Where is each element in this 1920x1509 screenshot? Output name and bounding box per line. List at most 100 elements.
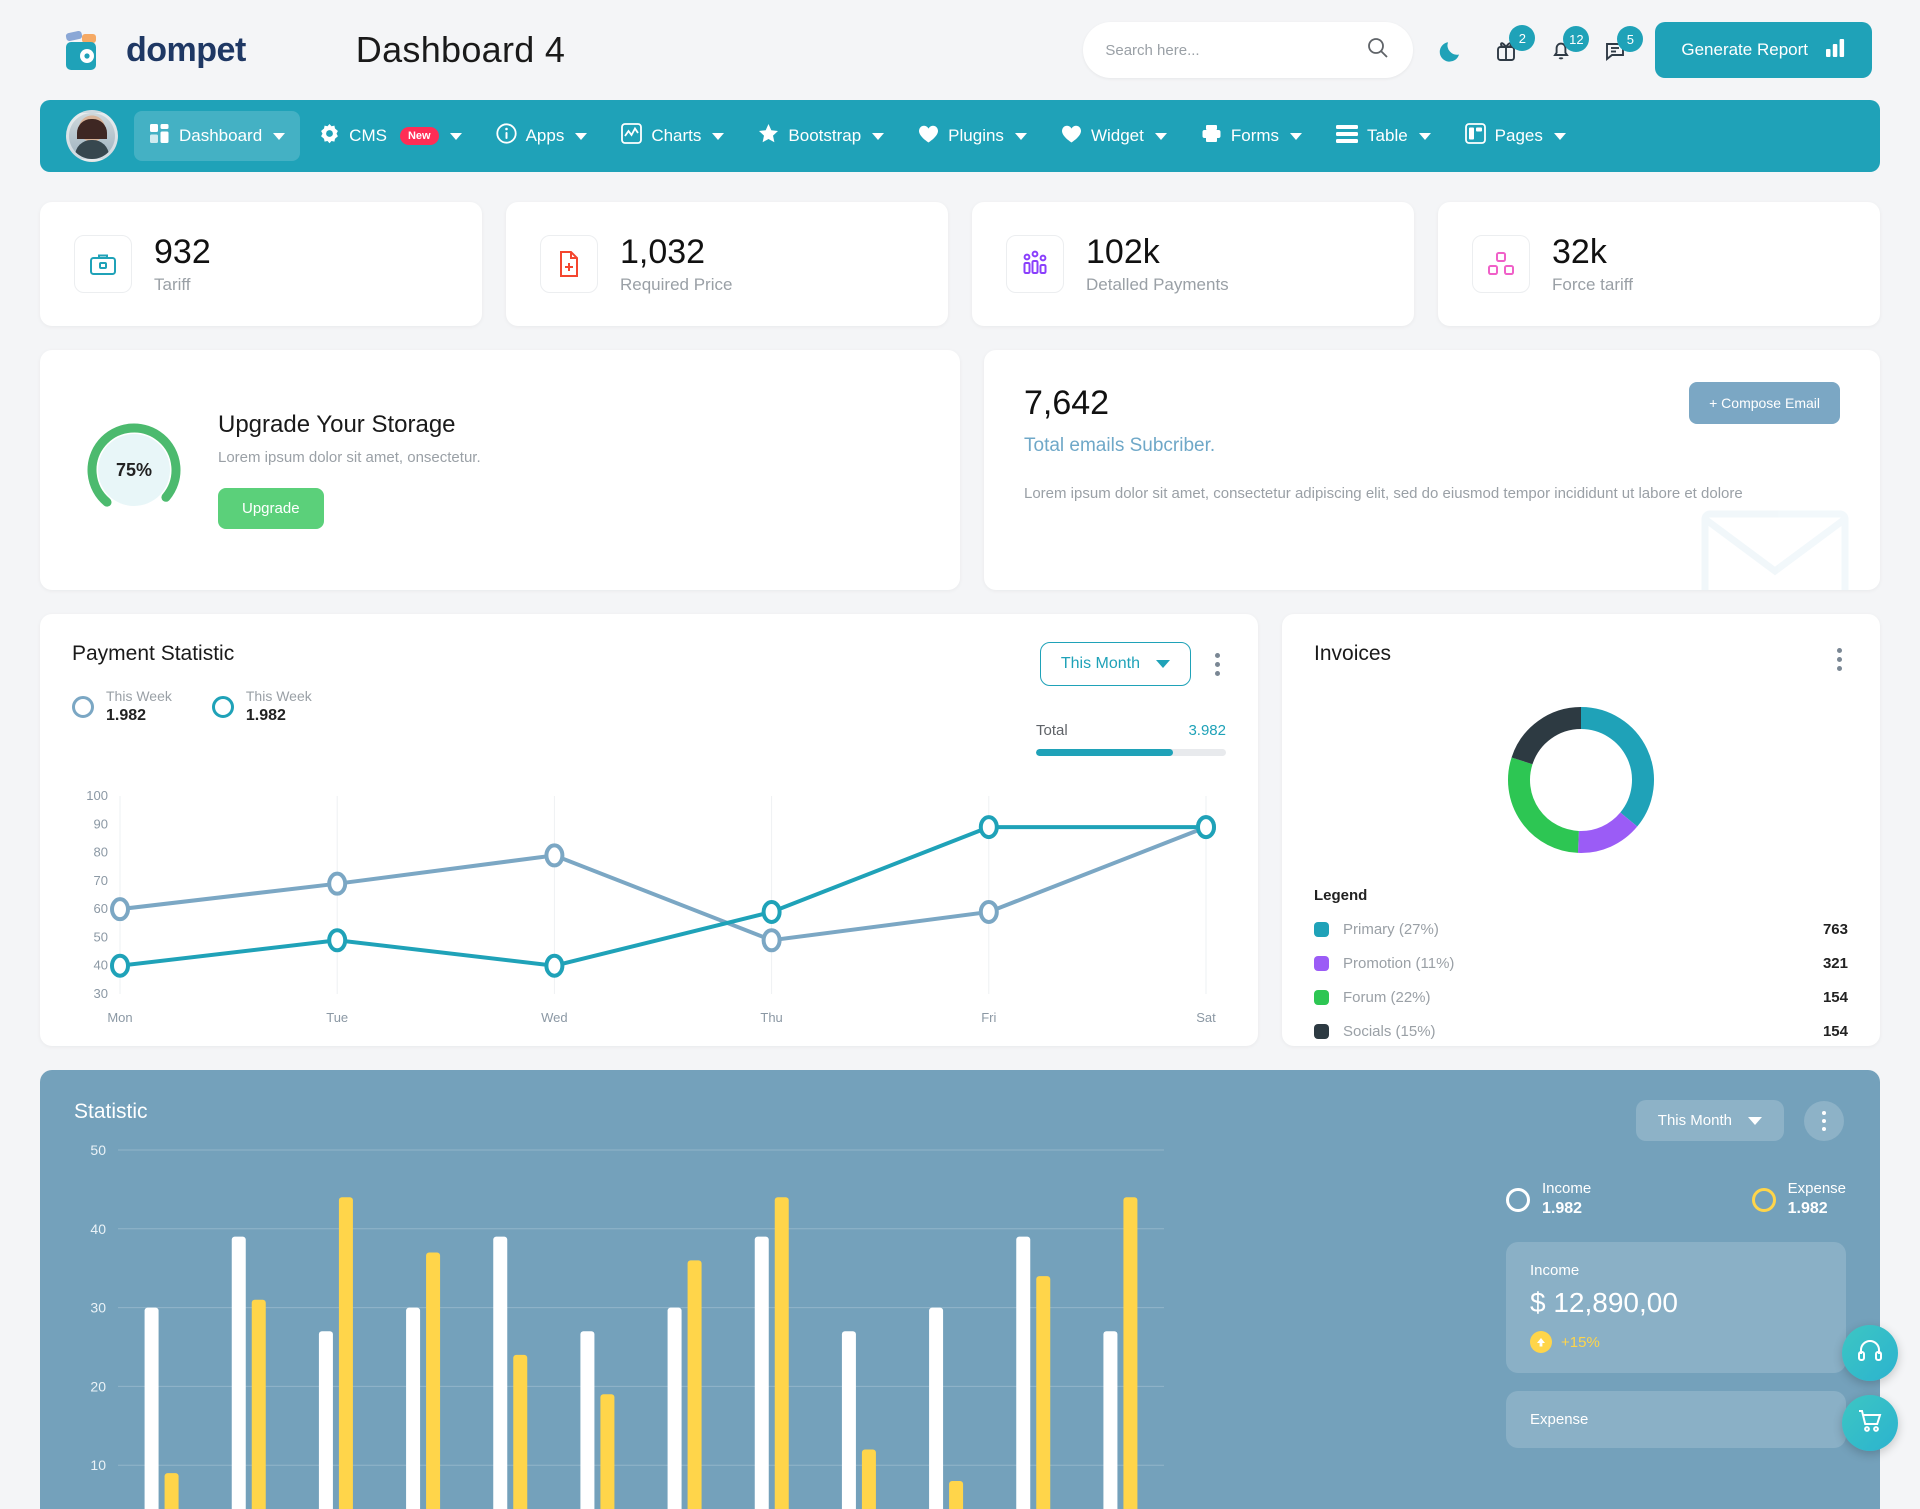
svg-text:Tue: Tue bbox=[326, 1010, 348, 1025]
top-bar: dompet Dashboard 4 2 bbox=[0, 0, 1920, 100]
svg-text:20: 20 bbox=[90, 1378, 106, 1394]
income-summary-card: Income $ 12,890,00 +15% bbox=[1506, 1242, 1846, 1374]
invoices-more-options[interactable] bbox=[1831, 642, 1848, 677]
svg-text:60: 60 bbox=[94, 902, 108, 917]
svg-text:Fri: Fri bbox=[981, 1010, 996, 1025]
generate-report-button[interactable]: Generate Report bbox=[1655, 22, 1872, 78]
svg-text:40: 40 bbox=[90, 1221, 106, 1237]
legend-dot-icon bbox=[1751, 1188, 1776, 1213]
table-icon bbox=[1336, 124, 1359, 148]
gear-icon bbox=[319, 123, 340, 149]
invoices-title: Invoices bbox=[1314, 642, 1392, 665]
income-label: Income bbox=[1530, 1262, 1580, 1280]
svg-text:Wed: Wed bbox=[541, 1010, 568, 1025]
nav-item-apps[interactable]: Apps bbox=[481, 111, 603, 161]
chevron-down-icon bbox=[872, 132, 885, 140]
storage-progress-ring: 75% bbox=[84, 420, 184, 520]
payment-more-options[interactable] bbox=[1209, 647, 1226, 682]
nav-label: Apps bbox=[525, 126, 565, 145]
page-title: Dashboard 4 bbox=[355, 29, 566, 70]
svg-text:40: 40 bbox=[94, 958, 108, 973]
svg-text:Mon: Mon bbox=[107, 1010, 132, 1025]
search-box[interactable] bbox=[1083, 22, 1414, 78]
svg-text:100: 100 bbox=[86, 788, 108, 803]
invoice-legend-row[interactable]: Forum (22%) 154 bbox=[1314, 989, 1848, 1006]
nav-label: Table bbox=[1367, 126, 1408, 145]
gifts-badge: 2 bbox=[1509, 25, 1536, 51]
search-input[interactable] bbox=[1105, 41, 1366, 59]
support-fab[interactable] bbox=[1842, 1325, 1898, 1381]
nav-label: Forms bbox=[1230, 126, 1280, 145]
search-icon[interactable] bbox=[1365, 35, 1391, 66]
stat-label: Required Price bbox=[620, 274, 733, 294]
nav-item-forms[interactable]: Forms bbox=[1186, 111, 1317, 161]
dark-mode-toggle[interactable] bbox=[1439, 37, 1465, 63]
statistic-period-select[interactable]: This Month bbox=[1635, 1100, 1784, 1141]
user-avatar[interactable] bbox=[66, 110, 118, 162]
payment-line-chart: 30 40 50 60 70 80 90 100 Mon Tue Wed Thu Fri Sat bbox=[86, 788, 1216, 1025]
stat-value: 932 bbox=[154, 233, 211, 272]
compose-email-button[interactable]: + Compose Email bbox=[1689, 382, 1840, 424]
invoice-legend-row[interactable]: Primary (27%) 763 bbox=[1314, 921, 1848, 938]
chevron-down-icon bbox=[1748, 1116, 1762, 1125]
nav-item-dashboard[interactable]: Dashboard bbox=[134, 111, 301, 161]
nav-label: Plugins bbox=[948, 126, 1004, 145]
invoices-card: Invoices Legend Primary (27%) 763 Promot… bbox=[1282, 614, 1880, 1046]
statistic-side-panel: Income 1.982 Expense 1.982 Income $ 12,8… bbox=[1506, 1180, 1846, 1449]
nav-label: Charts bbox=[651, 126, 702, 145]
brand-logo[interactable]: dompet bbox=[56, 22, 246, 78]
wallet-logo-icon bbox=[56, 22, 112, 78]
storage-subtitle: Lorem ipsum dolor sit amet, onsectetur. bbox=[218, 449, 481, 466]
stat-card-force-tariff[interactable]: 32k Force tariff bbox=[1438, 202, 1880, 326]
legend-item[interactable]: This Week 1.982 bbox=[211, 688, 312, 726]
stat-card-detalled-payments[interactable]: 102k Detalled Payments bbox=[972, 202, 1414, 326]
statistic-period-label: This Month bbox=[1657, 1112, 1732, 1129]
arrow-up-icon bbox=[1530, 1331, 1552, 1354]
nav-item-plugins[interactable]: Plugins bbox=[903, 112, 1042, 161]
svg-text:10: 10 bbox=[90, 1457, 106, 1473]
notifications-button[interactable]: 12 bbox=[1547, 26, 1590, 64]
invoice-legend-row[interactable]: Promotion (11%) 321 bbox=[1314, 955, 1848, 972]
nav-label: Dashboard bbox=[179, 126, 263, 145]
payment-period-label: This Month bbox=[1060, 655, 1140, 672]
chevron-down-icon bbox=[1290, 132, 1303, 140]
invoice-legend-row[interactable]: Socials (15%) 154 bbox=[1314, 1023, 1848, 1040]
cart-fab[interactable] bbox=[1842, 1395, 1898, 1451]
nav-new-badge: New bbox=[399, 127, 439, 145]
gifts-button[interactable]: 2 bbox=[1491, 25, 1536, 65]
nav-item-cms[interactable]: CMS New bbox=[304, 111, 476, 161]
invoice-name: Socials (15%) bbox=[1343, 1023, 1436, 1040]
top-bar-actions: 2 12 5 Generate Report bbox=[1083, 22, 1872, 78]
payment-period-select[interactable]: This Month bbox=[1039, 642, 1191, 686]
statistic-legend-expense[interactable]: Expense 1.982 bbox=[1751, 1180, 1846, 1220]
nav-item-bootstrap[interactable]: Bootstrap bbox=[743, 111, 899, 161]
stat-card-required-price[interactable]: 1,032 Required Price bbox=[506, 202, 948, 326]
statistic-more-options[interactable] bbox=[1804, 1100, 1844, 1141]
total-value: 3.982 bbox=[1188, 722, 1226, 739]
nav-item-pages[interactable]: Pages bbox=[1450, 111, 1581, 161]
stat-card-tariff[interactable]: 932 Tariff bbox=[40, 202, 482, 326]
total-progress-bar bbox=[1036, 749, 1226, 756]
nav-item-table[interactable]: Table bbox=[1321, 113, 1446, 160]
statistic-legend-income[interactable]: Income 1.982 bbox=[1506, 1180, 1591, 1220]
invoice-name: Primary (27%) bbox=[1343, 921, 1439, 938]
chevron-down-icon bbox=[1014, 132, 1027, 140]
statistic-bar-chart: 10 20 30 40 50 bbox=[90, 1142, 1164, 1509]
upgrade-button[interactable]: Upgrade bbox=[218, 488, 324, 529]
nav-item-widget[interactable]: Widget bbox=[1046, 112, 1182, 161]
nav-label: Pages bbox=[1494, 126, 1543, 145]
color-swatch-icon bbox=[1314, 922, 1329, 937]
messages-badge: 5 bbox=[1617, 26, 1644, 52]
briefcase-icon bbox=[74, 235, 132, 293]
stat-value: 32k bbox=[1552, 233, 1607, 272]
charts-row: Payment Statistic This Week 1.982 This W… bbox=[40, 614, 1880, 1046]
legend-item[interactable]: This Week 1.982 bbox=[72, 688, 172, 726]
svg-text:Sat: Sat bbox=[1196, 1010, 1216, 1025]
total-label: Total bbox=[1036, 722, 1068, 739]
nav-label: Bootstrap bbox=[788, 126, 862, 145]
svg-text:50: 50 bbox=[90, 1142, 106, 1158]
chevron-down-icon bbox=[1553, 132, 1566, 140]
chart-line-icon bbox=[621, 123, 643, 149]
messages-button[interactable]: 5 bbox=[1601, 26, 1644, 64]
nav-item-charts[interactable]: Charts bbox=[606, 111, 739, 161]
